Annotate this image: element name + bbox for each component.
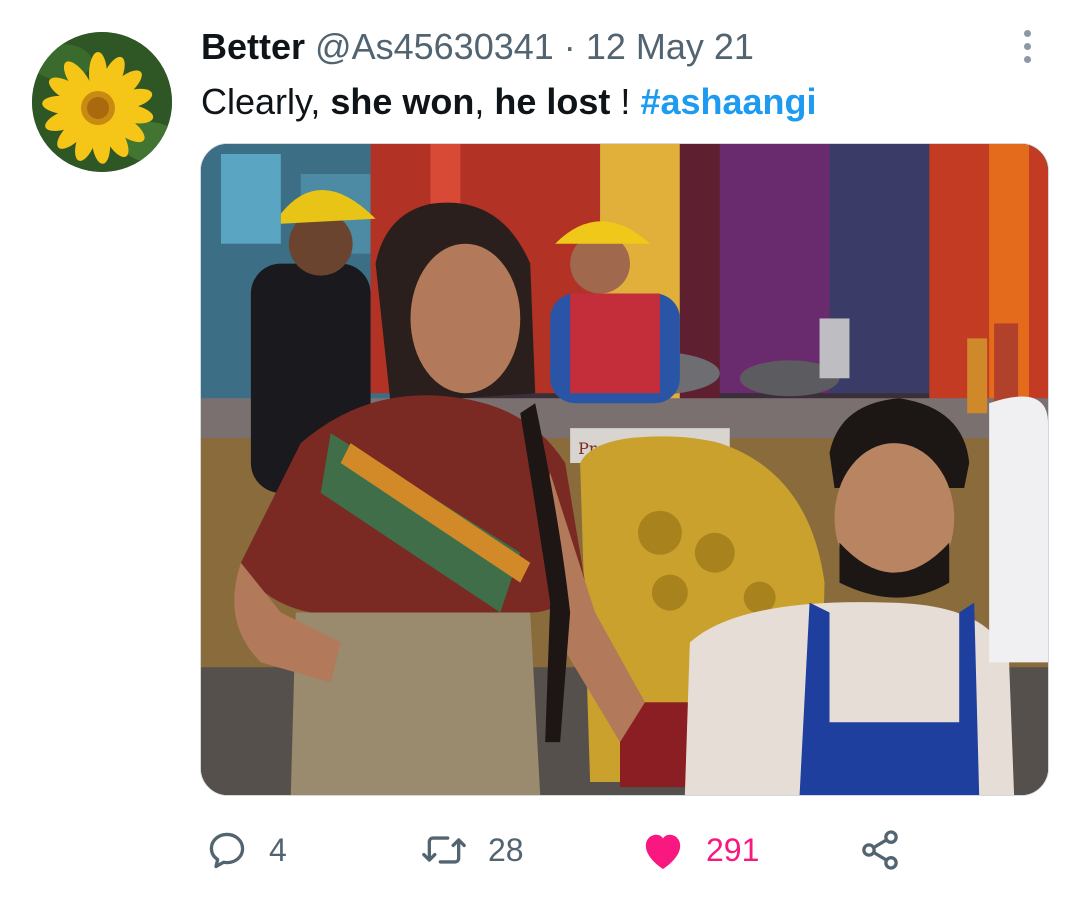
tweet[interactable]: Better @As45630341 · 12 May 21 Clearly, …	[0, 0, 1080, 897]
avatar[interactable]	[32, 32, 172, 172]
retweet-button[interactable]: 28	[420, 820, 524, 880]
flower-avatar-image	[32, 32, 172, 172]
reply-count: 4	[269, 831, 287, 868]
author-name[interactable]: Better	[201, 26, 305, 67]
separator: ·	[563, 26, 576, 67]
text-segment: !	[610, 81, 641, 122]
share-icon	[862, 830, 898, 870]
text-bold-segment: he lost	[494, 81, 611, 122]
text-bold-segment: she won	[330, 81, 475, 122]
tweet-actions: 4 28 291	[0, 820, 1080, 880]
tweet-media-photo[interactable]: Preethi	[200, 143, 1049, 796]
kitchen-show-photo: Preethi	[201, 144, 1048, 795]
hashtag-link[interactable]: #ashaangi	[640, 81, 816, 122]
tweet-text: Clearly, she won, he lost ! #ashaangi	[201, 80, 817, 124]
tweet-header: Better @As45630341 · 12 May 21	[201, 26, 754, 68]
more-options-button[interactable]	[1012, 28, 1042, 64]
reply-button[interactable]: 4	[205, 820, 287, 880]
reply-icon	[209, 832, 245, 869]
like-button[interactable]: 291	[640, 820, 759, 880]
retweet-count: 28	[488, 831, 524, 868]
author-handle[interactable]: @As45630341	[315, 26, 554, 67]
more-vertical-icon	[1023, 29, 1031, 37]
text-segment: Clearly,	[201, 81, 331, 122]
heart-icon	[645, 834, 681, 870]
text-segment: ,	[474, 81, 495, 122]
like-count: 291	[706, 831, 760, 868]
retweet-icon	[422, 836, 466, 864]
share-button[interactable]	[858, 820, 902, 880]
tweet-date[interactable]: 12 May 21	[586, 26, 754, 67]
